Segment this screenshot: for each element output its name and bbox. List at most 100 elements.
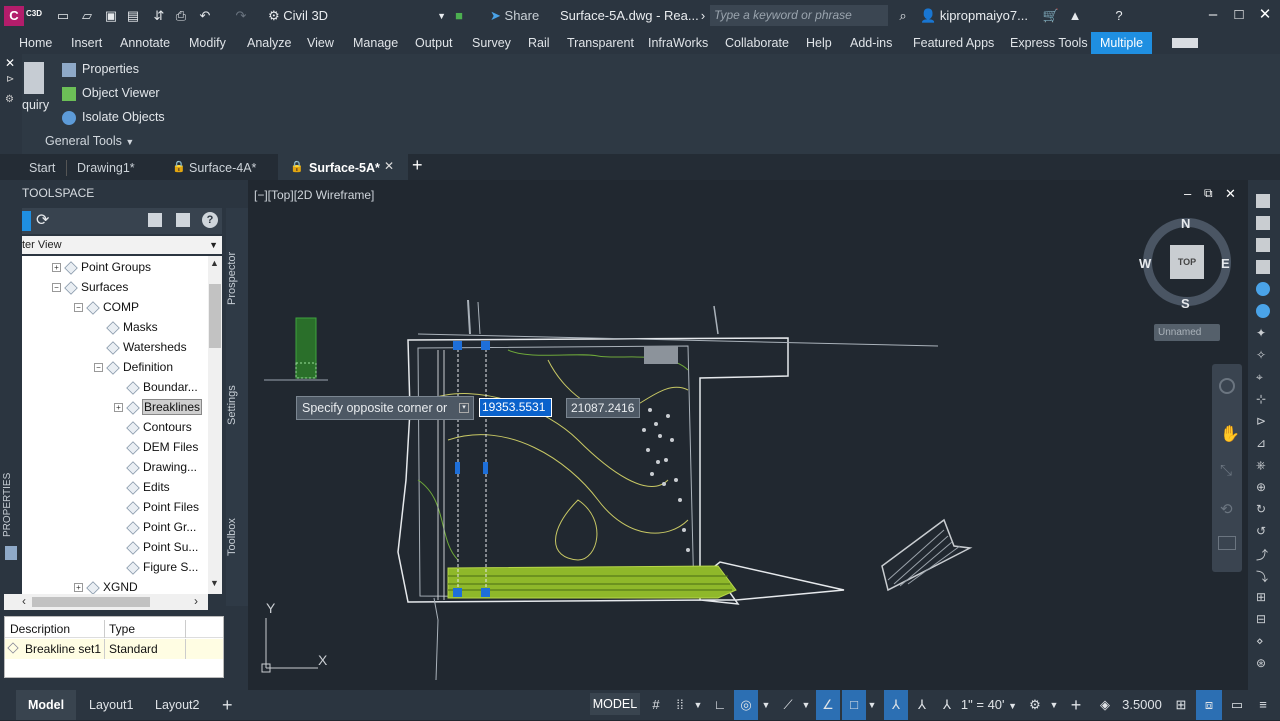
collapse-icon[interactable]: − <box>94 363 103 373</box>
tool-icon[interactable]: ⊞ <box>1256 590 1266 604</box>
globe-icon[interactable] <box>1256 304 1270 318</box>
tab-analyze[interactable]: Analyze <box>247 32 291 54</box>
print-icon[interactable]: ⎙ <box>172 7 190 25</box>
chevron-down-icon[interactable]: ▼ <box>760 690 772 720</box>
lineweight-icon[interactable]: ◈ <box>1094 690 1116 720</box>
tree-node[interactable]: − Surfaces <box>52 278 128 296</box>
open-folder-icon[interactable]: ▱ <box>78 7 96 25</box>
inquiry-icon[interactable] <box>24 62 44 94</box>
tree-node[interactable]: Contours <box>114 418 192 436</box>
clean-screen-icon[interactable]: ▭ <box>1226 690 1248 720</box>
expand-icon[interactable]: + <box>114 403 123 413</box>
showmotion-icon[interactable] <box>1218 536 1236 550</box>
pin-icon[interactable]: ⊳ <box>6 74 14 85</box>
properties-icon[interactable] <box>5 546 17 560</box>
orbit-icon[interactable]: ⟲ <box>1220 500 1233 518</box>
compass-west[interactable]: W <box>1139 256 1151 271</box>
tab-annotate[interactable]: Annotate <box>120 32 170 54</box>
undo-icon[interactable]: ↶ <box>196 7 214 25</box>
annotation-visibility-icon[interactable]: ⅄ <box>884 690 908 720</box>
tree-node[interactable]: Figure S... <box>114 558 198 576</box>
doc-tab-start[interactable]: Start <box>29 158 55 178</box>
tool-icon[interactable]: ⤵ <box>1256 568 1268 585</box>
redo-icon[interactable]: ↷ <box>232 7 250 25</box>
tree-node[interactable]: Point Gr... <box>114 518 196 536</box>
tree-node[interactable]: Drawing... <box>114 458 197 476</box>
toolspace-view-icon[interactable] <box>22 211 31 231</box>
settings-icon[interactable]: ⚙ <box>5 94 14 105</box>
item-view-icon[interactable] <box>148 213 162 227</box>
scroll-up-icon[interactable]: ▲ <box>210 258 219 268</box>
scroll-down-icon[interactable]: ▼ <box>210 578 219 588</box>
scroll-thumb[interactable] <box>32 597 150 607</box>
annotation-monitor-icon[interactable]: + <box>1064 690 1088 720</box>
grid-icon[interactable]: # <box>646 690 666 720</box>
viewcube-top-face[interactable]: TOP <box>1170 245 1204 279</box>
properties-side-tab[interactable]: PROPERTIES <box>2 470 20 540</box>
workspace-select[interactable]: ⚙ Civil 3D ▼ <box>268 6 446 26</box>
tree-node[interactable]: + Breaklines <box>114 398 203 416</box>
customization-icon[interactable]: ≡ <box>1252 690 1274 720</box>
search-input[interactable]: Type a keyword or phrase <box>710 5 888 26</box>
object-snap-tracking-icon[interactable]: ∠ <box>816 690 840 720</box>
tool-icon[interactable]: ✧ <box>1256 348 1266 362</box>
hardware-acceleration-icon[interactable]: ⧈ <box>1196 690 1222 720</box>
zoom-icon[interactable]: ⤡ <box>1220 462 1232 479</box>
tool-icon[interactable] <box>1256 238 1270 252</box>
steering-wheel-icon[interactable] <box>1219 378 1235 394</box>
tab-toolbox[interactable]: Toolbox <box>226 512 248 562</box>
help-icon[interactable]: ? <box>202 212 218 228</box>
tool-icon[interactable]: ✦ <box>1256 326 1266 340</box>
tool-icon[interactable]: ⤴ <box>1256 546 1268 563</box>
tab-multiple[interactable]: Multiple <box>1091 32 1153 54</box>
minimize-button[interactable]: – <box>1200 4 1226 26</box>
inquiry-label[interactable]: quiry <box>22 98 49 112</box>
lineweight-value[interactable]: 3.5000 <box>1118 690 1166 720</box>
tree-node[interactable]: + XGND <box>74 578 138 594</box>
scroll-left-icon[interactable]: ‹ <box>22 594 26 608</box>
ucs-menu[interactable]: Unnamed <box>1154 324 1220 341</box>
refresh-icon[interactable]: ⟳ <box>36 210 49 230</box>
ribbon-minimize-toggle[interactable] <box>1172 38 1198 48</box>
tree-node[interactable]: − Definition <box>94 358 173 376</box>
object-viewer-button[interactable]: Object Viewer <box>62 83 160 103</box>
tab-modify[interactable]: Modify <box>189 32 226 54</box>
doc-tab-surface-4a[interactable]: Surface-4A* <box>189 158 256 178</box>
isolate-objects-button[interactable]: Isolate Objects <box>62 107 165 127</box>
save-icon[interactable]: ▣ <box>102 7 120 25</box>
dynamic-input-y[interactable]: 21087.2416 <box>566 398 640 418</box>
help-icon[interactable]: ? <box>1110 7 1128 25</box>
tool-icon[interactable]: ⋄ <box>1256 634 1264 648</box>
scroll-right-icon[interactable]: › <box>194 594 198 608</box>
tab-collaborate[interactable]: Collaborate <box>725 32 789 54</box>
tab-express-tools[interactable]: Express Tools <box>1010 32 1088 54</box>
chevron-down-icon[interactable]: ▼ <box>692 690 704 720</box>
tab-featured-apps[interactable]: Featured Apps <box>913 32 994 54</box>
tree-node[interactable]: Point Su... <box>114 538 198 556</box>
tool-icon[interactable]: ⊹ <box>1256 392 1266 406</box>
tab-manage[interactable]: Manage <box>353 32 398 54</box>
search-icon[interactable]: ⌕ <box>894 7 912 25</box>
tool-icon[interactable]: ⌖ <box>1256 370 1263 385</box>
chevron-down-icon[interactable]: ▼ <box>1048 690 1060 720</box>
tab-insert[interactable]: Insert <box>71 32 102 54</box>
annotation-scale-select[interactable]: 1" = 40' ▼ <box>958 690 1020 720</box>
new-tab-button[interactable]: + <box>412 155 423 176</box>
tab-transparent[interactable]: Transparent <box>567 32 634 54</box>
table-row[interactable]: Breakline set1 Standard <box>5 639 223 659</box>
doc-tab-drawing1[interactable]: Drawing1* <box>77 158 135 178</box>
general-tools-panel-title[interactable]: General Tools ▼ <box>45 134 134 148</box>
maximize-button[interactable]: □ <box>1226 4 1252 26</box>
user-account-button[interactable]: 👤 kipropmaiyo7... <box>920 6 1028 26</box>
options-icon[interactable]: ▾ <box>459 403 469 413</box>
ortho-icon[interactable]: ∟ <box>710 690 730 720</box>
tree-node[interactable]: − COMP <box>74 298 139 316</box>
model-space-button[interactable]: MODEL <box>590 693 640 715</box>
tool-icon[interactable]: ⊛ <box>1256 656 1266 670</box>
column-description[interactable]: Description <box>10 622 70 636</box>
tree-node[interactable]: Boundar... <box>114 378 198 396</box>
autodesk-app-icon[interactable]: ▲ <box>1066 7 1084 25</box>
auto-scale-icon[interactable]: ⅄ <box>910 690 934 720</box>
tab-survey[interactable]: Survey <box>472 32 511 54</box>
save-as-icon[interactable]: ▤ <box>124 7 142 25</box>
